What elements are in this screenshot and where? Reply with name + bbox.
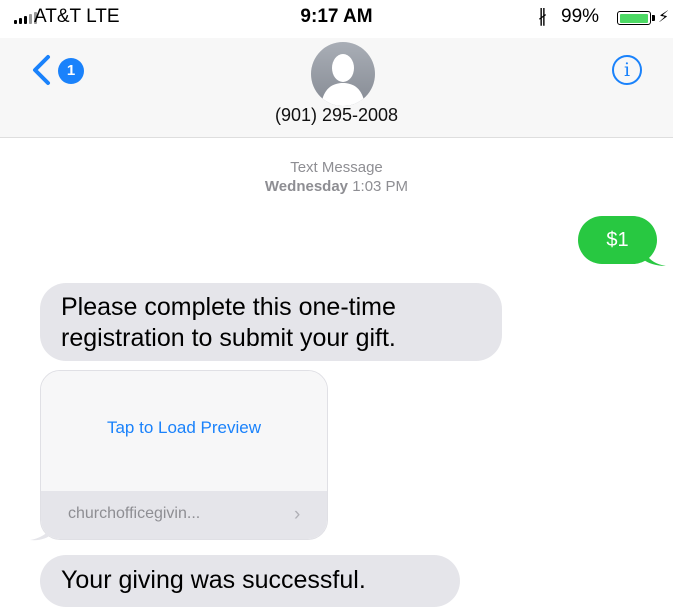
- service-label: Text Message: [290, 159, 383, 176]
- conversation-timestamp: Text Message Wednesday 1:03 PM: [0, 158, 673, 196]
- bluetooth-icon: ∦: [538, 6, 547, 26]
- contact-number[interactable]: (901) 295-2008: [0, 105, 673, 126]
- unread-count-badge[interactable]: 1: [58, 58, 84, 84]
- link-footer[interactable]: churchofficegivin... ›: [41, 491, 327, 539]
- info-icon[interactable]: i: [612, 55, 642, 85]
- message-date: Wednesday 1:03 PM: [0, 177, 673, 196]
- received-message-bubble[interactable]: Please complete this one-time registrati…: [40, 283, 502, 361]
- status-bar: AT&T LTE 9:17 AM ∦ 99% ⚡: [0, 0, 673, 38]
- lightning-icon: ⚡: [658, 9, 670, 26]
- timestamp-day: Wednesday: [264, 178, 349, 195]
- person-silhouette-icon: [321, 54, 365, 106]
- chevron-right-icon: ›: [294, 504, 301, 525]
- battery-cap: [652, 15, 655, 21]
- tap-to-load-preview-link[interactable]: Tap to Load Preview: [41, 418, 327, 438]
- link-preview-area[interactable]: Tap to Load Preview: [41, 371, 327, 491]
- link-domain: churchofficegivin...: [68, 505, 201, 522]
- received-message-bubble[interactable]: Your giving was successful.: [40, 555, 460, 607]
- timestamp-time: 1:03 PM: [352, 178, 409, 195]
- battery-percent: 99%: [561, 6, 600, 27]
- battery-icon: [617, 11, 651, 25]
- link-preview-card[interactable]: Tap to Load Preview churchofficegivin...…: [40, 370, 328, 540]
- contact-avatar[interactable]: [311, 42, 375, 106]
- chevron-left-icon[interactable]: [30, 54, 52, 86]
- conversation-header: 1 (901) 295-2008 i: [0, 38, 673, 138]
- sent-bubble-tail: [644, 248, 666, 266]
- received-bubble-tail: [30, 524, 52, 541]
- battery-fill: [619, 13, 649, 23]
